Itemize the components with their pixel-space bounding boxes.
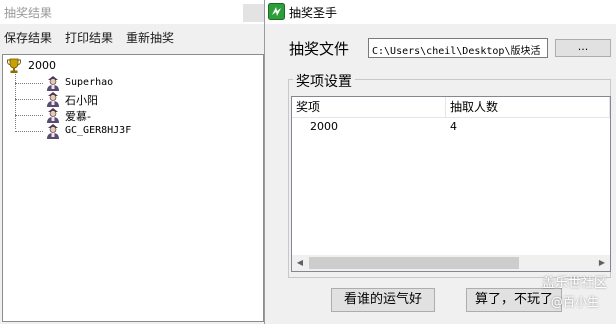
menu-save-results[interactable]: 保存结果 (4, 29, 52, 46)
tree-root-label: 2000 (28, 59, 56, 72)
scrollbar-thumb[interactable] (309, 257, 519, 269)
watermark-site: 盖乐世社区 (541, 276, 607, 291)
results-menubar: 保存结果 打印结果 重新抽奖 (0, 26, 268, 46)
menu-redraw[interactable]: 重新抽奖 (126, 29, 174, 46)
tree-branch-line (15, 83, 43, 84)
tree-branch-line (15, 131, 43, 132)
tree-branch-line (15, 115, 43, 116)
person-icon (47, 124, 59, 139)
file-label: 抽奖文件 (289, 40, 350, 58)
count-cell: 4 (450, 120, 457, 133)
trophy-icon (7, 58, 21, 73)
column-header-prize[interactable]: 奖项 (292, 97, 446, 117)
results-titlebar: 抽奖结果 (0, 0, 268, 24)
table-row[interactable]: 2000 4 (292, 118, 610, 136)
tree-node-winner[interactable]: GC_GER8HJ3F (15, 123, 215, 139)
app-icon (268, 3, 285, 20)
winner-name: GC_GER8HJ3F (65, 125, 132, 136)
menu-print-results[interactable]: 打印结果 (65, 29, 113, 46)
scroll-left-icon[interactable]: ◀ (292, 255, 308, 271)
tree-node-winner[interactable]: Superhao (15, 75, 215, 91)
results-window-title: 抽奖结果 (4, 6, 53, 20)
tree-node-winner[interactable]: 石小阳 (15, 91, 215, 107)
dialog-titlebar: 抽奖圣手 (265, 0, 616, 24)
quit-button[interactable]: 算了，不玩了 (466, 288, 562, 312)
scroll-right-icon[interactable]: ▶ (594, 255, 610, 271)
watermark-author: @百小生 (551, 295, 600, 309)
column-header-count[interactable]: 抽取人数 (446, 97, 610, 117)
person-icon (47, 76, 59, 91)
browse-button[interactable]: ... (555, 39, 611, 57)
file-path-field[interactable]: C:\Users\cheil\Desktop\版块活 (368, 38, 548, 58)
prize-settings-label: 奖项设置 (293, 71, 355, 91)
person-icon (47, 108, 59, 123)
person-icon (47, 92, 59, 107)
dialog-title: 抽奖圣手 (289, 6, 338, 20)
results-close-button[interactable] (243, 4, 265, 22)
prize-list[interactable]: 奖项 抽取人数 2000 4 ◀ ▶ (291, 96, 611, 272)
results-tree[interactable]: 2000 Superhao 石小阳 爱慕- GC_GER8HJ3F (2, 54, 264, 322)
tree-node-winner[interactable]: 爱慕- (15, 107, 215, 123)
lottery-dialog: 抽奖圣手 抽奖文件 C:\Users\cheil\Desktop\版块活 ...… (264, 0, 616, 324)
results-window: 抽奖结果 保存结果 打印结果 重新抽奖 2000 Superhao 石小阳 爱慕… (0, 0, 268, 324)
winner-name: 石小阳 (65, 94, 98, 107)
draw-button[interactable]: 看谁的运气好 (331, 288, 435, 312)
horizontal-scrollbar[interactable]: ◀ ▶ (292, 255, 610, 271)
prize-list-header: 奖项 抽取人数 (292, 97, 610, 118)
tree-branch-line (15, 99, 43, 100)
winner-name: Superhao (65, 77, 114, 88)
winner-name: 爱慕- (65, 110, 91, 123)
prize-cell: 2000 (310, 120, 338, 133)
